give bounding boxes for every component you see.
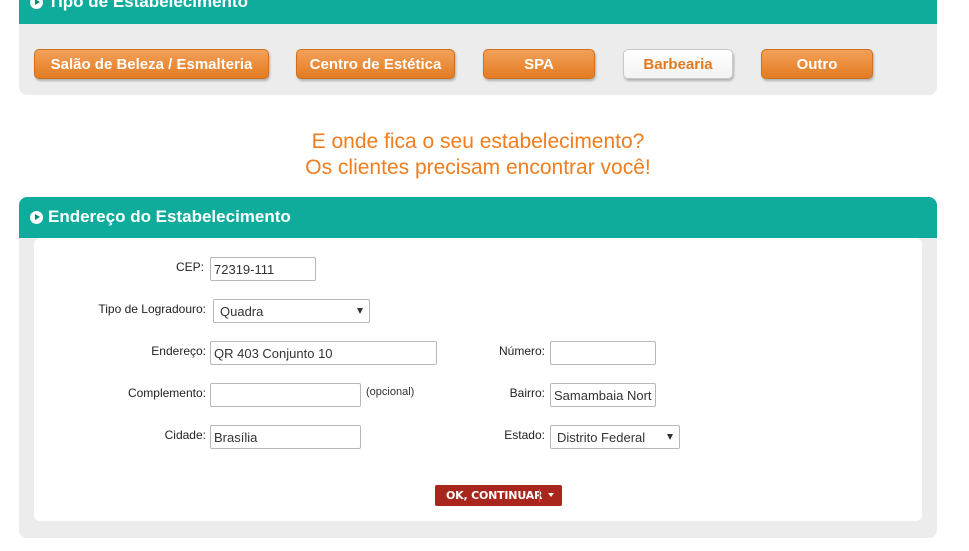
number-input[interactable] <box>550 341 656 365</box>
business-type-panel-title: Tipo de Estabelecimento <box>30 0 248 12</box>
type-button-centro-estetica[interactable]: Centro de Estética <box>296 49 455 79</box>
cep-label: CEP: <box>175 260 204 274</box>
state-value: Distrito Federal <box>557 429 646 445</box>
business-type-panel-header: Tipo de Estabelecimento <box>19 0 937 24</box>
address-input[interactable] <box>210 341 437 365</box>
play-circle-icon <box>30 210 43 224</box>
address-form: CEP: Tipo de Logradouro: Quadra Endereço… <box>34 238 922 521</box>
street-type-select[interactable]: Quadra <box>213 299 370 323</box>
street-type-label: Tipo de Logradouro: <box>98 302 206 316</box>
type-button-outro[interactable]: Outro <box>761 49 873 79</box>
type-button-barbearia[interactable]: Barbearia <box>623 49 733 79</box>
caret-down-icon <box>357 308 363 314</box>
button-divider <box>539 489 540 502</box>
headline-subtitle: Os clientes precisam encontrar você! <box>305 156 651 179</box>
complement-optional-hint: (opcional) <box>366 386 415 398</box>
caret-down-icon <box>667 434 673 440</box>
complement-label: Complemento: <box>127 386 206 400</box>
address-panel-title: Endereço do Estabelecimento <box>30 207 291 227</box>
address-panel-header: Endereço do Estabelecimento <box>19 197 937 238</box>
headline-question: E onde fica o seu estabelecimento? <box>311 130 645 153</box>
city-input[interactable] <box>210 425 361 449</box>
business-type-panel: Tipo de Estabelecimento Salão de Beleza … <box>19 0 937 95</box>
number-label: Número: <box>498 344 545 358</box>
address-title-text: Endereço do Estabelecimento <box>48 207 291 226</box>
complement-input[interactable] <box>210 383 361 407</box>
caret-down-icon[interactable] <box>548 493 554 497</box>
continue-button-label: OK, CONTINUAR <box>446 489 543 502</box>
type-button-salao[interactable]: Salão de Beleza / Esmalteria <box>34 49 269 79</box>
play-circle-icon <box>30 0 43 9</box>
business-type-title-text: Tipo de Estabelecimento <box>48 0 248 11</box>
state-select[interactable]: Distrito Federal <box>550 425 680 449</box>
neighborhood-input[interactable] <box>550 383 656 407</box>
continue-button[interactable]: OK, CONTINUAR <box>435 485 562 506</box>
type-button-spa[interactable]: SPA <box>483 49 595 79</box>
state-label: Estado: <box>504 428 545 442</box>
street-type-value: Quadra <box>220 303 264 319</box>
address-label: Endereço: <box>151 344 206 358</box>
neighborhood-label: Bairro: <box>509 386 545 400</box>
city-label: Cidade: <box>164 428 206 442</box>
address-panel: Endereço do Estabelecimento CEP: Tipo de… <box>19 197 937 538</box>
cep-input[interactable] <box>210 257 316 281</box>
